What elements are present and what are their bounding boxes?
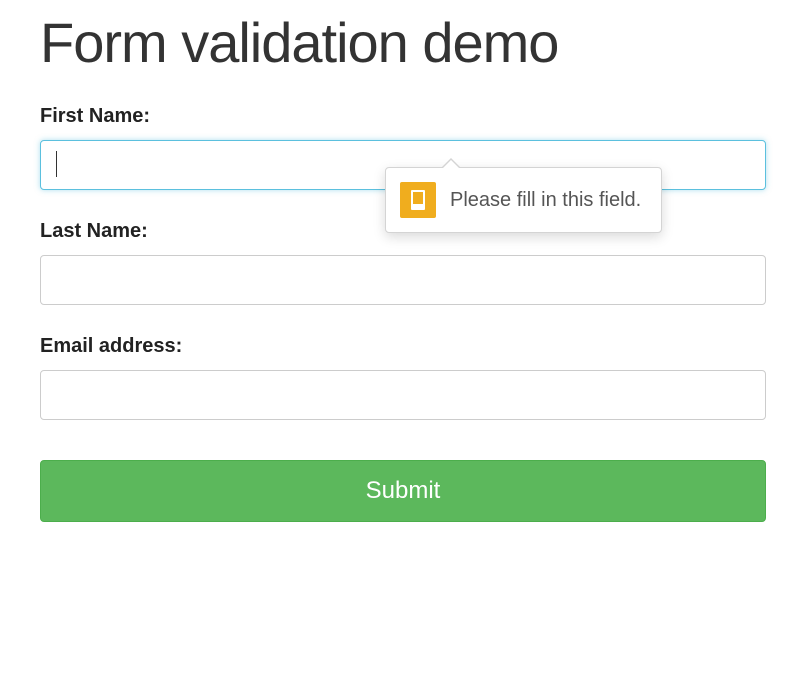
validation-message: Please fill in this field. [450,189,641,212]
form-group-email: Email address: [40,335,766,420]
page-title: Form validation demo [40,10,766,75]
first-name-label: First Name: [40,105,766,128]
email-input[interactable] [40,370,766,420]
form-group-first-name: First Name: Please fill in this field. [40,105,766,190]
warning-icon [400,182,436,218]
validation-tooltip: Please fill in this field. [385,167,662,233]
email-label: Email address: [40,335,766,358]
last-name-input[interactable] [40,255,766,305]
submit-button[interactable]: Submit [40,460,766,522]
text-cursor [56,151,57,177]
validation-form: First Name: Please fill in this field. L… [40,105,766,522]
